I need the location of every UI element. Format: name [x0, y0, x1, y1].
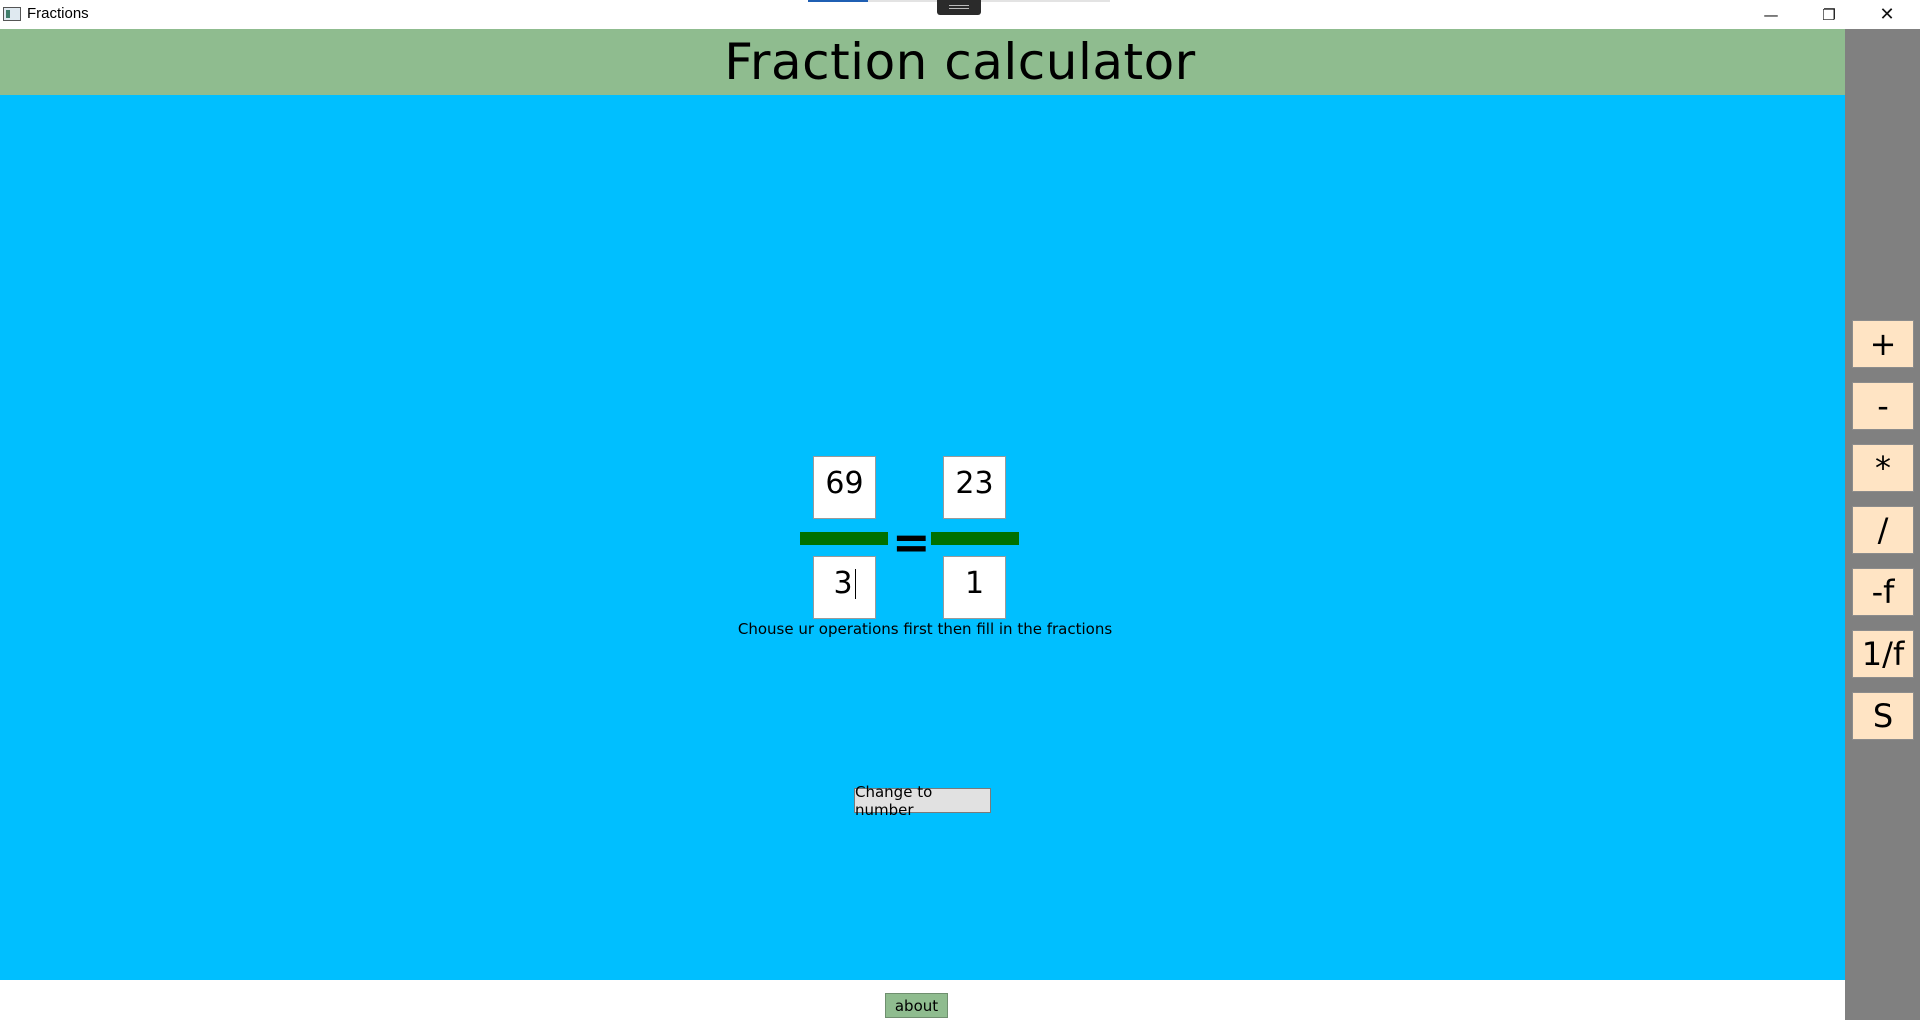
title-bar: Fractions — ❐ ✕: [0, 0, 1920, 29]
operations-sidebar: + - * / -f 1/f S: [1845, 29, 1920, 1020]
close-button[interactable]: ✕: [1858, 0, 1916, 29]
right-denominator-value: 1: [964, 566, 985, 601]
maximize-button[interactable]: ❐: [1800, 0, 1858, 29]
reciprocal-operation-button[interactable]: 1/f: [1852, 630, 1914, 678]
app-header: Fraction calculator: [0, 29, 1845, 95]
add-operation-button[interactable]: +: [1852, 320, 1914, 368]
calculator-area: 69 3 = 23 1 Chouse ur operations first t…: [0, 95, 1845, 980]
divide-operation-button[interactable]: /: [1852, 506, 1914, 554]
window-title: Fractions: [27, 5, 89, 22]
footer: about: [0, 980, 1845, 1020]
left-numerator-input[interactable]: 69: [813, 456, 876, 519]
multiply-operation-button[interactable]: *: [1852, 444, 1914, 492]
instruction-text: Chouse ur operations first then fill in …: [737, 620, 1113, 638]
snap-handle-icon[interactable]: [937, 0, 981, 15]
subtract-operation-button[interactable]: -: [1852, 382, 1914, 430]
left-denominator-input[interactable]: 3: [813, 556, 876, 619]
left-numerator-value: 69: [825, 466, 864, 501]
page-title: Fraction calculator: [724, 33, 1196, 91]
restore-icon: ❐: [1822, 5, 1836, 24]
equals-sign: =: [892, 515, 931, 569]
negate-operation-button[interactable]: -f: [1852, 568, 1914, 616]
simplify-operation-button[interactable]: S: [1852, 692, 1914, 740]
minimize-icon: —: [1763, 5, 1779, 24]
text-caret: [854, 568, 856, 599]
right-numerator-input[interactable]: 23: [943, 456, 1006, 519]
left-denominator-value: 3: [833, 566, 853, 601]
right-denominator-input[interactable]: 1: [943, 556, 1006, 619]
about-button[interactable]: about: [885, 993, 948, 1018]
app-window-icon: [3, 7, 21, 21]
right-fraction-bar: [931, 532, 1019, 545]
snap-layout-indicator: [808, 0, 868, 2]
close-icon: ✕: [1879, 4, 1895, 25]
minimize-button[interactable]: —: [1742, 0, 1800, 29]
right-numerator-value: 23: [955, 466, 994, 501]
left-fraction-bar: [800, 532, 888, 545]
change-to-number-button[interactable]: Change to number: [854, 783, 991, 819]
